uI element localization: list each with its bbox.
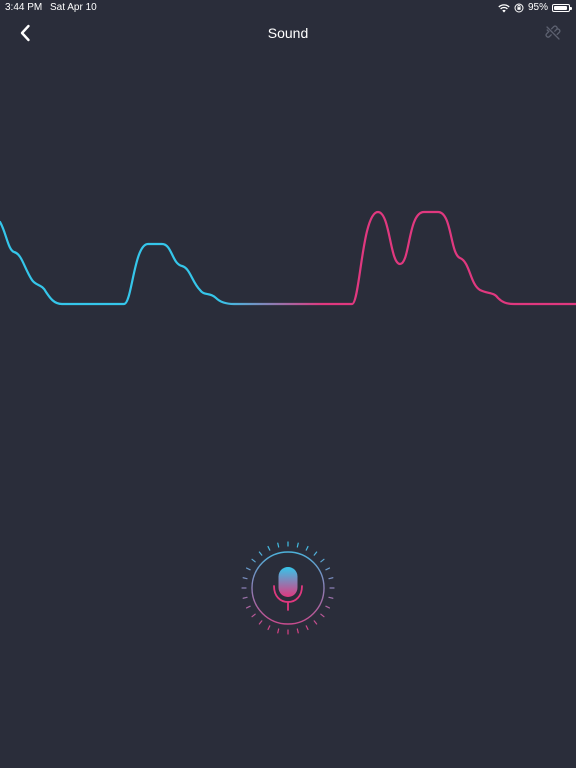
mic-tick <box>258 620 263 625</box>
battery-percent: 95% <box>527 2 548 13</box>
mic-tick <box>313 620 318 625</box>
mic-tick <box>328 577 334 580</box>
mic-tick <box>267 625 271 631</box>
sound-screen: 3:44 PM Sat Apr 10 95% Sound <box>0 0 576 768</box>
status-bar: 3:44 PM Sat Apr 10 95% <box>0 0 576 16</box>
mic-tick <box>242 596 248 599</box>
mic-tick <box>325 567 331 571</box>
mic-tick <box>305 625 309 631</box>
mic-tick <box>267 545 271 551</box>
mic-tick <box>296 628 299 634</box>
mic-tick <box>242 577 248 580</box>
status-date: Sat Apr 10 <box>50 2 97 13</box>
wifi-icon <box>498 3 510 13</box>
mic-tick <box>251 558 256 563</box>
status-time: 3:44 PM <box>5 2 43 13</box>
battery-tip <box>570 7 572 10</box>
battery-fill <box>554 6 567 10</box>
mic-tick <box>325 605 331 609</box>
microphone-button[interactable] <box>238 538 338 638</box>
mic-tick <box>277 542 280 548</box>
disconnect-button[interactable] <box>542 24 564 46</box>
mic-tick <box>305 545 309 551</box>
mic-tick <box>313 551 318 556</box>
mic-tick <box>320 558 325 563</box>
microphone-icon <box>241 541 335 635</box>
mic-tick <box>258 551 263 556</box>
orientation-lock-icon <box>514 3 524 13</box>
nav-bar: Sound <box>0 18 576 50</box>
status-indicators: 95% <box>498 0 572 16</box>
mic-tick <box>251 613 256 618</box>
sound-waveform <box>0 210 576 306</box>
link-off-icon <box>545 24 561 46</box>
mic-tick <box>245 567 251 571</box>
battery-icon <box>552 4 572 12</box>
mic-tick <box>296 542 299 548</box>
mic-tick <box>328 596 334 599</box>
page-title: Sound <box>267 25 309 41</box>
mic-tick <box>245 605 251 609</box>
mic-tick <box>320 613 325 618</box>
mic-capsule <box>278 567 298 597</box>
waveform-line <box>0 210 576 306</box>
mic-tick <box>277 628 280 634</box>
